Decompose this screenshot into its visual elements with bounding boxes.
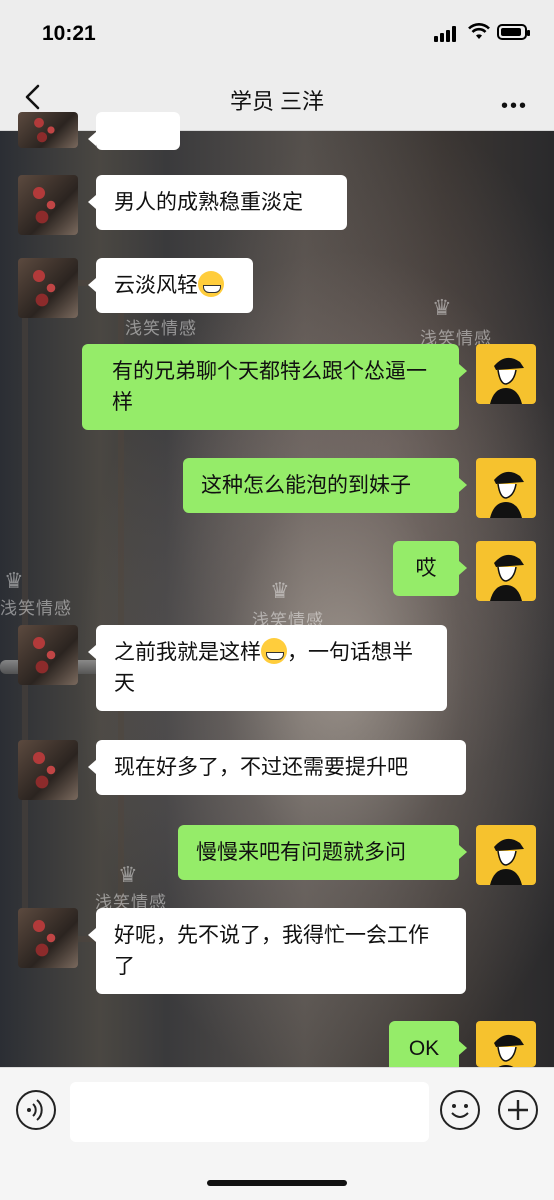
message-text: 慢慢来吧有问题就多问 [196,841,406,864]
more-options-icon[interactable]: ••• [501,95,528,118]
watermark-crown-icon: ♛ [270,578,290,603]
self-avatar[interactable] [476,825,536,885]
self-avatar[interactable] [476,541,536,601]
status-bar: 10:21 [0,0,554,66]
home-indicator[interactable] [207,1180,347,1186]
watermark-text: 浅笑情感 [0,599,72,618]
message-text: 有的兄弟聊个天都特么跟个怂逼一样 [112,360,427,414]
chat-header: 学员 三洋 ••• [0,66,554,131]
message-bubble[interactable]: 哎 [393,541,467,596]
watermark-text: 浅笑情感 [125,319,197,338]
laughing-tears-emoji-icon [261,638,287,664]
self-avatar[interactable] [476,458,536,518]
cellular-signal-icon [434,26,460,42]
plus-icon [508,1100,528,1120]
message-text: 男人的成熟稳重淡定 [114,191,303,214]
contact-avatar[interactable] [18,175,78,235]
message-bubble[interactable]: 这种怎么能泡的到妹子 [183,458,467,513]
contact-avatar[interactable] [18,258,78,318]
message-text: 云淡风轻 [114,274,198,297]
message-text: 好呢，先不说了，我得忙一会工作了 [114,924,429,978]
message-bubble[interactable]: 有的兄弟聊个天都特么跟个怂逼一样 [82,344,467,430]
self-avatar[interactable] [476,344,536,404]
home-area [0,1160,554,1200]
message-bubble-partial [88,112,180,150]
message-text: OK [408,1037,440,1060]
message-text: 这种怎么能泡的到妹子 [201,474,411,497]
watermark-crown-icon: ♛ [4,568,24,593]
status-time: 10:21 [42,22,96,45]
message-text: 现在好多了，不过还需要提升吧 [114,756,408,779]
message-bubble[interactable]: 好呢，先不说了，我得忙一会工作了 [88,908,466,994]
more-actions-button[interactable] [498,1090,538,1130]
message-bubble[interactable]: 云淡风轻 [88,258,253,313]
self-avatar[interactable] [476,1021,536,1067]
message-bubble[interactable]: 慢慢来吧有问题就多问 [178,825,467,880]
watermark-crown-icon: ♛ [118,862,138,887]
message-text: 之前我就是这样 [114,641,261,664]
battery-icon [497,24,530,40]
chat-title: 学员 三洋 [229,89,325,114]
emoji-button[interactable] [440,1090,480,1130]
grinning-emoji-icon [198,271,224,297]
message-bubble[interactable]: 之前我就是这样 ，一句话想半天 [88,625,447,711]
message-bubble[interactable]: 现在好多了，不过还需要提升吧 [88,740,466,795]
contact-avatar[interactable] [18,740,78,800]
message-input[interactable] [70,1082,429,1142]
contact-avatar[interactable] [18,625,78,685]
contact-avatar[interactable] [18,908,78,968]
smiley-icon [451,1104,469,1118]
message-bubble[interactable]: 男人的成熟稳重淡定 [88,175,347,230]
watermark-crown-icon: ♛ [432,295,452,320]
input-bar [0,1067,554,1161]
message-text: 哎 [415,557,437,580]
voice-icon [27,1099,43,1121]
wifi-icon [468,23,490,39]
contact-avatar[interactable] [18,112,78,148]
voice-input-button[interactable] [16,1090,56,1130]
